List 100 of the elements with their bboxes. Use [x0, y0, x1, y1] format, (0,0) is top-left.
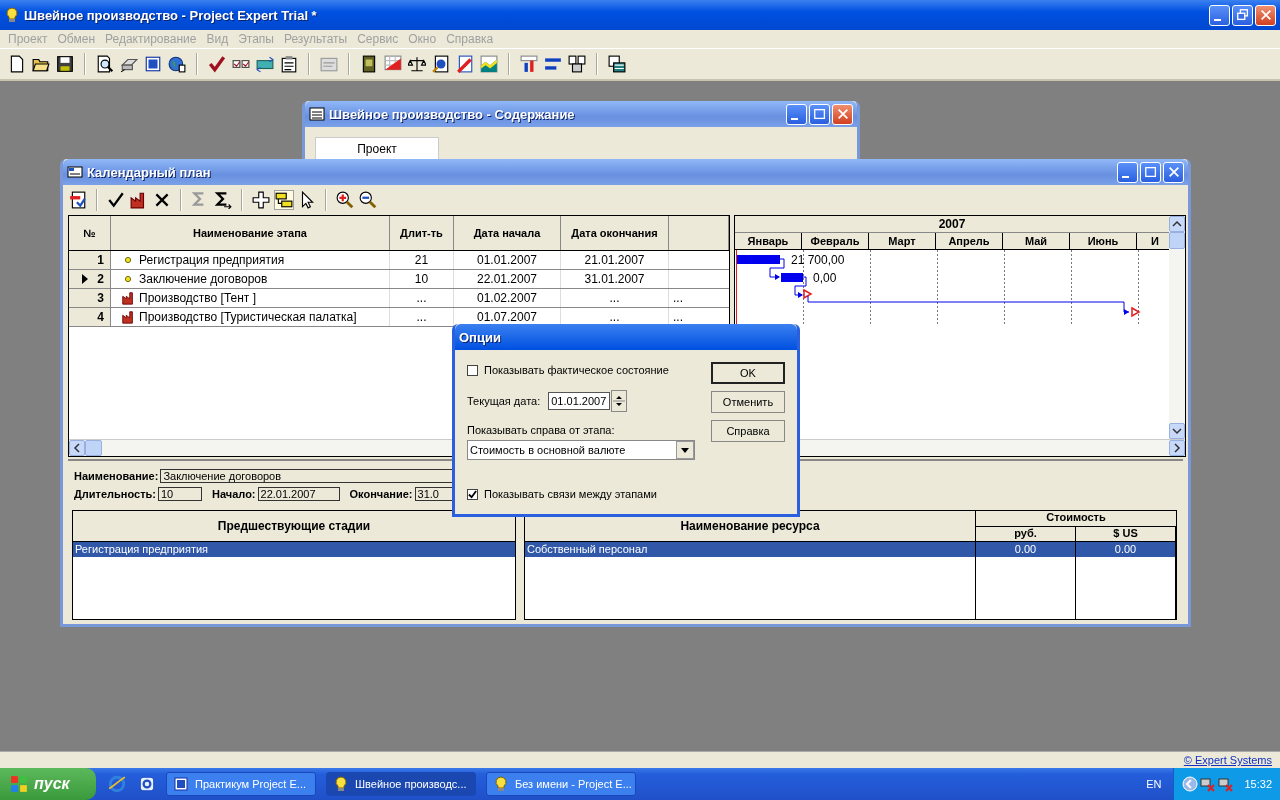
close-button[interactable]	[1163, 161, 1184, 183]
new-file-icon[interactable]	[8, 55, 26, 73]
zoom-out-icon[interactable]	[359, 191, 377, 209]
column-header[interactable]: №	[69, 216, 111, 250]
scroll-right-button[interactable]	[1169, 440, 1185, 456]
close-button[interactable]	[832, 103, 853, 125]
scroll-thumb[interactable]	[1169, 232, 1185, 249]
zoom-in-icon[interactable]	[336, 191, 354, 209]
column-header[interactable]: Дата окончания	[561, 216, 669, 250]
maximize-button[interactable]	[809, 103, 830, 125]
row-number[interactable]: 3	[69, 289, 111, 307]
row-number[interactable]: 1	[69, 251, 111, 269]
globe-icon[interactable]	[168, 55, 186, 73]
maximize-icon	[812, 107, 827, 121]
year-header: 2007	[735, 216, 1169, 233]
restore-button[interactable]	[1232, 4, 1253, 26]
table-cell: Собственный персонал	[525, 542, 976, 557]
close-icon	[1258, 8, 1273, 22]
column-header[interactable]: Дата начала	[454, 216, 561, 250]
close-icon	[835, 107, 850, 121]
desktop-icon[interactable]	[138, 775, 156, 793]
dialog-button[interactable]: OK	[711, 362, 785, 384]
add-icon[interactable]	[252, 191, 270, 209]
factory-icon	[121, 310, 135, 324]
table-export-icon[interactable]	[608, 55, 626, 73]
browser-icon[interactable]	[108, 775, 126, 793]
list-icon	[309, 106, 325, 122]
list-row[interactable]: Регистрация предприятия	[73, 542, 515, 557]
dialog-button[interactable]: Справка	[711, 420, 785, 442]
duration-field[interactable]: 10	[158, 487, 202, 501]
checkmark-icon[interactable]	[208, 55, 226, 73]
minimize-button[interactable]	[786, 103, 807, 125]
sigma-right-icon[interactable]	[214, 191, 232, 209]
edit-icon[interactable]	[69, 191, 87, 209]
maximize-button[interactable]	[1140, 161, 1161, 183]
minimize-button[interactable]	[1209, 4, 1230, 26]
task-bar	[737, 255, 780, 264]
link[interactable]: © Expert Systems	[1183, 754, 1272, 766]
close-icon	[1166, 165, 1181, 179]
calendar-icon	[67, 164, 83, 180]
windows-flag-icon	[10, 775, 28, 793]
taskbar-button[interactable]: Практикум Project E...	[166, 772, 316, 796]
bar-chart-icon[interactable]	[520, 55, 538, 73]
dialog-button[interactable]: Отменить	[711, 391, 785, 413]
table-cell: 31.01.2007	[561, 270, 669, 288]
scroll-thumb[interactable]	[85, 440, 102, 456]
row-pointer-icon	[81, 274, 89, 284]
scroll-down-button[interactable]	[1169, 423, 1185, 439]
minimize-icon	[1214, 19, 1221, 21]
tab[interactable]: Проект	[315, 137, 439, 159]
column-header[interactable]: Длит-ть	[390, 216, 454, 250]
pencil-document-icon[interactable]	[456, 55, 474, 73]
scales-icon[interactable]	[408, 55, 426, 73]
field-label: Текущая дата:	[467, 395, 541, 407]
dropdown[interactable]: Стоимость в основной валюте	[467, 440, 695, 460]
book-icon[interactable]	[360, 55, 378, 73]
row-number[interactable]: 2	[69, 270, 111, 288]
document-globe-icon[interactable]	[432, 55, 450, 73]
maximize-icon	[1143, 165, 1158, 179]
taskbar-button[interactable]: Без имени - Project E...	[486, 772, 636, 796]
lightbulb-icon	[493, 776, 509, 792]
spinner[interactable]	[611, 390, 628, 412]
milestone-icon	[803, 288, 813, 300]
checkbox[interactable]	[467, 488, 478, 500]
network-icon[interactable]	[1200, 776, 1217, 792]
close-icon[interactable]	[153, 191, 171, 209]
preview-icon[interactable]	[96, 55, 114, 73]
checkbox[interactable]	[467, 364, 478, 376]
month-header: Февраль	[802, 233, 869, 249]
date-field[interactable]: 01.01.2007	[548, 392, 611, 410]
start-field[interactable]: 22.01.2007	[257, 487, 340, 501]
close-button[interactable]	[1255, 4, 1276, 26]
transfer-icon[interactable]	[256, 55, 274, 73]
taskbar-button[interactable]: Швейное производс...	[326, 772, 476, 796]
clock: 15:32	[1244, 778, 1272, 790]
caret-icon	[676, 441, 694, 459]
save-icon[interactable]	[56, 55, 74, 73]
table-cell: 01.01.2007	[454, 251, 561, 269]
checkmark-icon[interactable]	[107, 191, 125, 209]
table-cell: ...	[673, 310, 683, 324]
indicator-icon[interactable]	[544, 55, 562, 73]
network-icon[interactable]	[1218, 776, 1235, 792]
month-header: Май	[1003, 233, 1070, 249]
calculator-icon[interactable]	[568, 55, 586, 73]
table-cell: ...	[390, 308, 454, 326]
scroll-up-button[interactable]	[1169, 216, 1185, 232]
area-chart-icon[interactable]	[480, 55, 498, 73]
linked-stages-icon[interactable]	[275, 191, 293, 209]
month-header: И	[1150, 234, 1160, 249]
document-icon[interactable]	[144, 55, 162, 73]
scroll-left-button[interactable]	[69, 440, 85, 456]
minimize-button[interactable]	[1117, 161, 1138, 183]
window-title: Швейное производство - Project Expert Trial *	[24, 7, 317, 23]
column-header[interactable]: Наименование этапа	[111, 216, 390, 250]
grid-chart-icon[interactable]	[384, 55, 402, 73]
clipboard-icon[interactable]	[280, 55, 298, 73]
row-number[interactable]: 4	[69, 308, 111, 326]
milestone-icon	[1131, 306, 1141, 318]
language-indicator[interactable]: EN	[1146, 778, 1162, 790]
chevron-icon[interactable]	[1182, 776, 1199, 792]
